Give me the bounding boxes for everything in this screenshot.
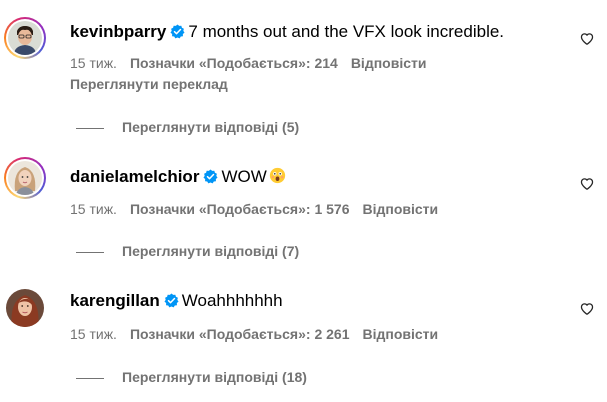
avatar-image [8, 161, 42, 195]
comment-line: danielamelchior WOW [70, 167, 286, 187]
replies-divider [76, 377, 104, 379]
comment-time[interactable]: 15 тиж. [70, 201, 117, 217]
heart-outline-icon[interactable] [580, 32, 594, 46]
view-replies-button[interactable]: Переглянути відповіді (18) [76, 369, 307, 385]
comment-time[interactable]: 15 тиж. [70, 55, 117, 71]
comment-text: WOW [221, 167, 267, 186]
replies-divider [76, 251, 104, 253]
heart-outline-icon[interactable] [580, 177, 594, 191]
likes-count-button[interactable]: Позначки «Подобається»: 2 261 [130, 326, 350, 342]
avatar-image [8, 21, 42, 55]
comment-line: kevinbparry 7 months out and the VFX look… [70, 22, 504, 42]
comment-text: Woahhhhhhh [181, 291, 283, 310]
likes-count-button[interactable]: Позначки «Подобається»: 1 576 [130, 201, 350, 217]
verified-badge-icon [164, 293, 179, 308]
username-link[interactable]: karengillan [70, 291, 160, 310]
avatar-image [6, 289, 44, 327]
reply-button[interactable]: Відповісти [351, 55, 427, 71]
view-replies-label: Переглянути відповіді (5) [122, 119, 300, 135]
username-link[interactable]: danielamelchior [70, 167, 199, 186]
replies-divider [76, 127, 104, 129]
view-replies-label: Переглянути відповіді (18) [122, 369, 307, 385]
avatar[interactable] [4, 17, 46, 59]
avatar[interactable] [4, 157, 46, 199]
comment-meta: 15 тиж. Позначки «Подобається»: 214 Відпов… [70, 55, 439, 71]
verified-badge-icon [203, 169, 218, 184]
username-link[interactable]: kevinbparry [70, 22, 166, 41]
verified-badge-icon [170, 24, 185, 39]
heart-outline-icon[interactable] [580, 302, 594, 316]
comment-meta: 15 тиж. Позначки «Подобається»: 1 576 Відп… [70, 201, 451, 217]
see-translation-button[interactable]: Переглянути переклад [70, 76, 228, 92]
comment-time[interactable]: 15 тиж. [70, 326, 117, 342]
comment-line: karengillan Woahhhhhhh [70, 291, 283, 311]
comment-text: 7 months out and the VFX look incredible… [188, 22, 505, 41]
avatar[interactable] [6, 289, 44, 327]
reply-button[interactable]: Відповісти [362, 201, 438, 217]
reply-button[interactable]: Відповісти [362, 326, 438, 342]
comment-meta: 15 тиж. Позначки «Подобається»: 2 261 Відп… [70, 326, 451, 342]
view-replies-button[interactable]: Переглянути відповіді (5) [76, 119, 299, 135]
astonished-face-emoji [269, 167, 285, 184]
view-replies-button[interactable]: Переглянути відповіді (7) [76, 243, 299, 259]
likes-count-button[interactable]: Позначки «Подобається»: 214 [130, 55, 338, 71]
view-replies-label: Переглянути відповіді (7) [122, 243, 300, 259]
